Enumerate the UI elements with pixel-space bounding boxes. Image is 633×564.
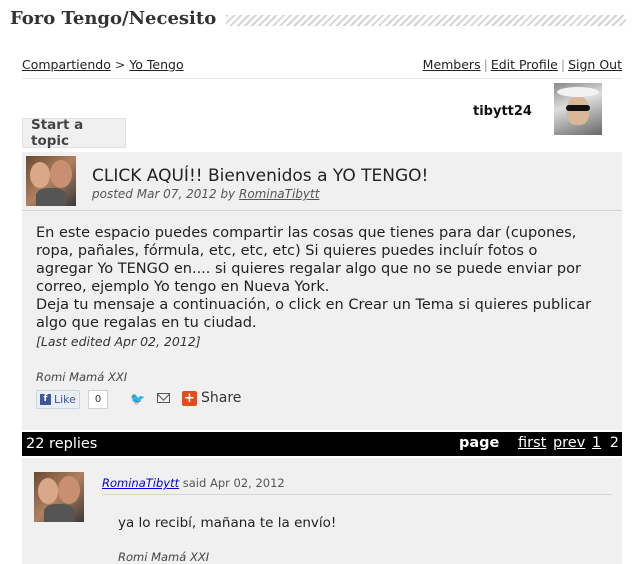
breadcrumb-compartiendo-link[interactable]: Compartiendo bbox=[22, 57, 111, 72]
user-avatar[interactable] bbox=[554, 83, 602, 135]
topic-body-line: ropa, pañales, fórmula, etc, etc, etc) S… bbox=[36, 243, 538, 259]
reply-divider bbox=[102, 494, 612, 495]
topic-title: CLICK AQUÍ!! Bienvenidos a YO TENGO! bbox=[92, 166, 429, 186]
breadcrumb-yo-tengo-link[interactable]: Yo Tengo bbox=[129, 57, 183, 72]
link-separator: | bbox=[483, 57, 488, 72]
nav-divider bbox=[22, 78, 622, 79]
replies-bar: 22 replies page first prev 1 2 bbox=[22, 432, 622, 456]
share-link[interactable]: Share bbox=[201, 390, 241, 406]
topic-body-line: En este espacio puedes compartir las cos… bbox=[36, 225, 577, 241]
prev-page-link[interactable]: prev bbox=[553, 435, 585, 451]
breadcrumb-separator: > bbox=[114, 57, 126, 72]
topic-body-line: correo, ejemplo Yo tengo en Nueva York. bbox=[36, 279, 330, 295]
breadcrumb: Compartiendo > Yo Tengo bbox=[22, 57, 184, 72]
facebook-like-button[interactable]: f Like bbox=[36, 390, 80, 409]
topic-post: CLICK AQUÍ!! Bienvenidos a YO TENGO! pos… bbox=[22, 152, 622, 430]
title-divider bbox=[226, 15, 626, 26]
facebook-icon: f bbox=[40, 394, 51, 405]
like-label: Like bbox=[54, 393, 76, 406]
reply-post: RominaTibytt said Apr 02, 2012 ya lo rec… bbox=[22, 458, 622, 564]
share-row: f Like 0 🐦 + Share bbox=[36, 390, 336, 410]
start-topic-button[interactable]: Start a topic bbox=[22, 117, 126, 149]
edit-profile-link[interactable]: Edit Profile bbox=[491, 57, 558, 72]
like-count: 0 bbox=[88, 390, 108, 409]
twitter-icon[interactable]: 🐦 bbox=[130, 392, 145, 406]
reply-body: ya lo recibí, mañana te la envío! bbox=[118, 515, 337, 531]
reply-meta: RominaTibytt said Apr 02, 2012 bbox=[102, 476, 285, 490]
topic-body-line: algo que regalas en tu ciudad. bbox=[36, 315, 257, 331]
topic-signature: Romi Mamá XXI bbox=[36, 370, 128, 384]
link-separator: | bbox=[560, 57, 566, 72]
replies-count: 22 replies bbox=[26, 436, 98, 452]
first-page-link[interactable]: first bbox=[518, 435, 546, 451]
reply-signature: Romi Mamá XXI bbox=[118, 550, 210, 564]
navigation-bar: Compartiendo > Yo Tengo Members | Edit Pro… bbox=[22, 57, 622, 72]
last-edited-note: [Last edited Apr 02, 2012] bbox=[36, 334, 201, 349]
members-link[interactable]: Members bbox=[423, 57, 481, 72]
topic-meta: posted Mar 07, 2012 by RominaTibytt bbox=[92, 187, 319, 201]
reply-author-avatar[interactable] bbox=[34, 472, 84, 522]
email-icon[interactable] bbox=[157, 393, 170, 403]
page-1-link[interactable]: 1 bbox=[592, 435, 601, 451]
share-plus-icon[interactable]: + bbox=[182, 391, 197, 406]
forum-title: Foro Tengo/Necesito bbox=[10, 8, 217, 29]
topic-author-link[interactable]: RominaTibytt bbox=[239, 187, 319, 201]
pagination: page first prev 1 2 bbox=[459, 435, 619, 451]
posted-date: posted Mar 07, 2012 by bbox=[92, 187, 236, 201]
topic-body-line: Deja tu mensaje a continuación, o click … bbox=[36, 297, 592, 313]
sign-out-link[interactable]: Sign Out bbox=[568, 57, 622, 72]
reply-author-link[interactable]: RominaTibytt bbox=[102, 476, 179, 490]
author-avatar[interactable] bbox=[26, 156, 76, 206]
topic-body-line: agregar Yo TENGO en.... si quieres regal… bbox=[36, 261, 581, 277]
topic-body: En este espacio puedes compartir las cos… bbox=[36, 224, 616, 332]
topic-divider bbox=[22, 210, 622, 211]
reply-date: said Apr 02, 2012 bbox=[182, 476, 285, 490]
username[interactable]: tibytt24 bbox=[473, 104, 532, 119]
current-page: 2 bbox=[609, 435, 619, 451]
account-links: Members | Edit Profile | Sign Out bbox=[423, 57, 622, 72]
page-label: page bbox=[459, 435, 500, 451]
